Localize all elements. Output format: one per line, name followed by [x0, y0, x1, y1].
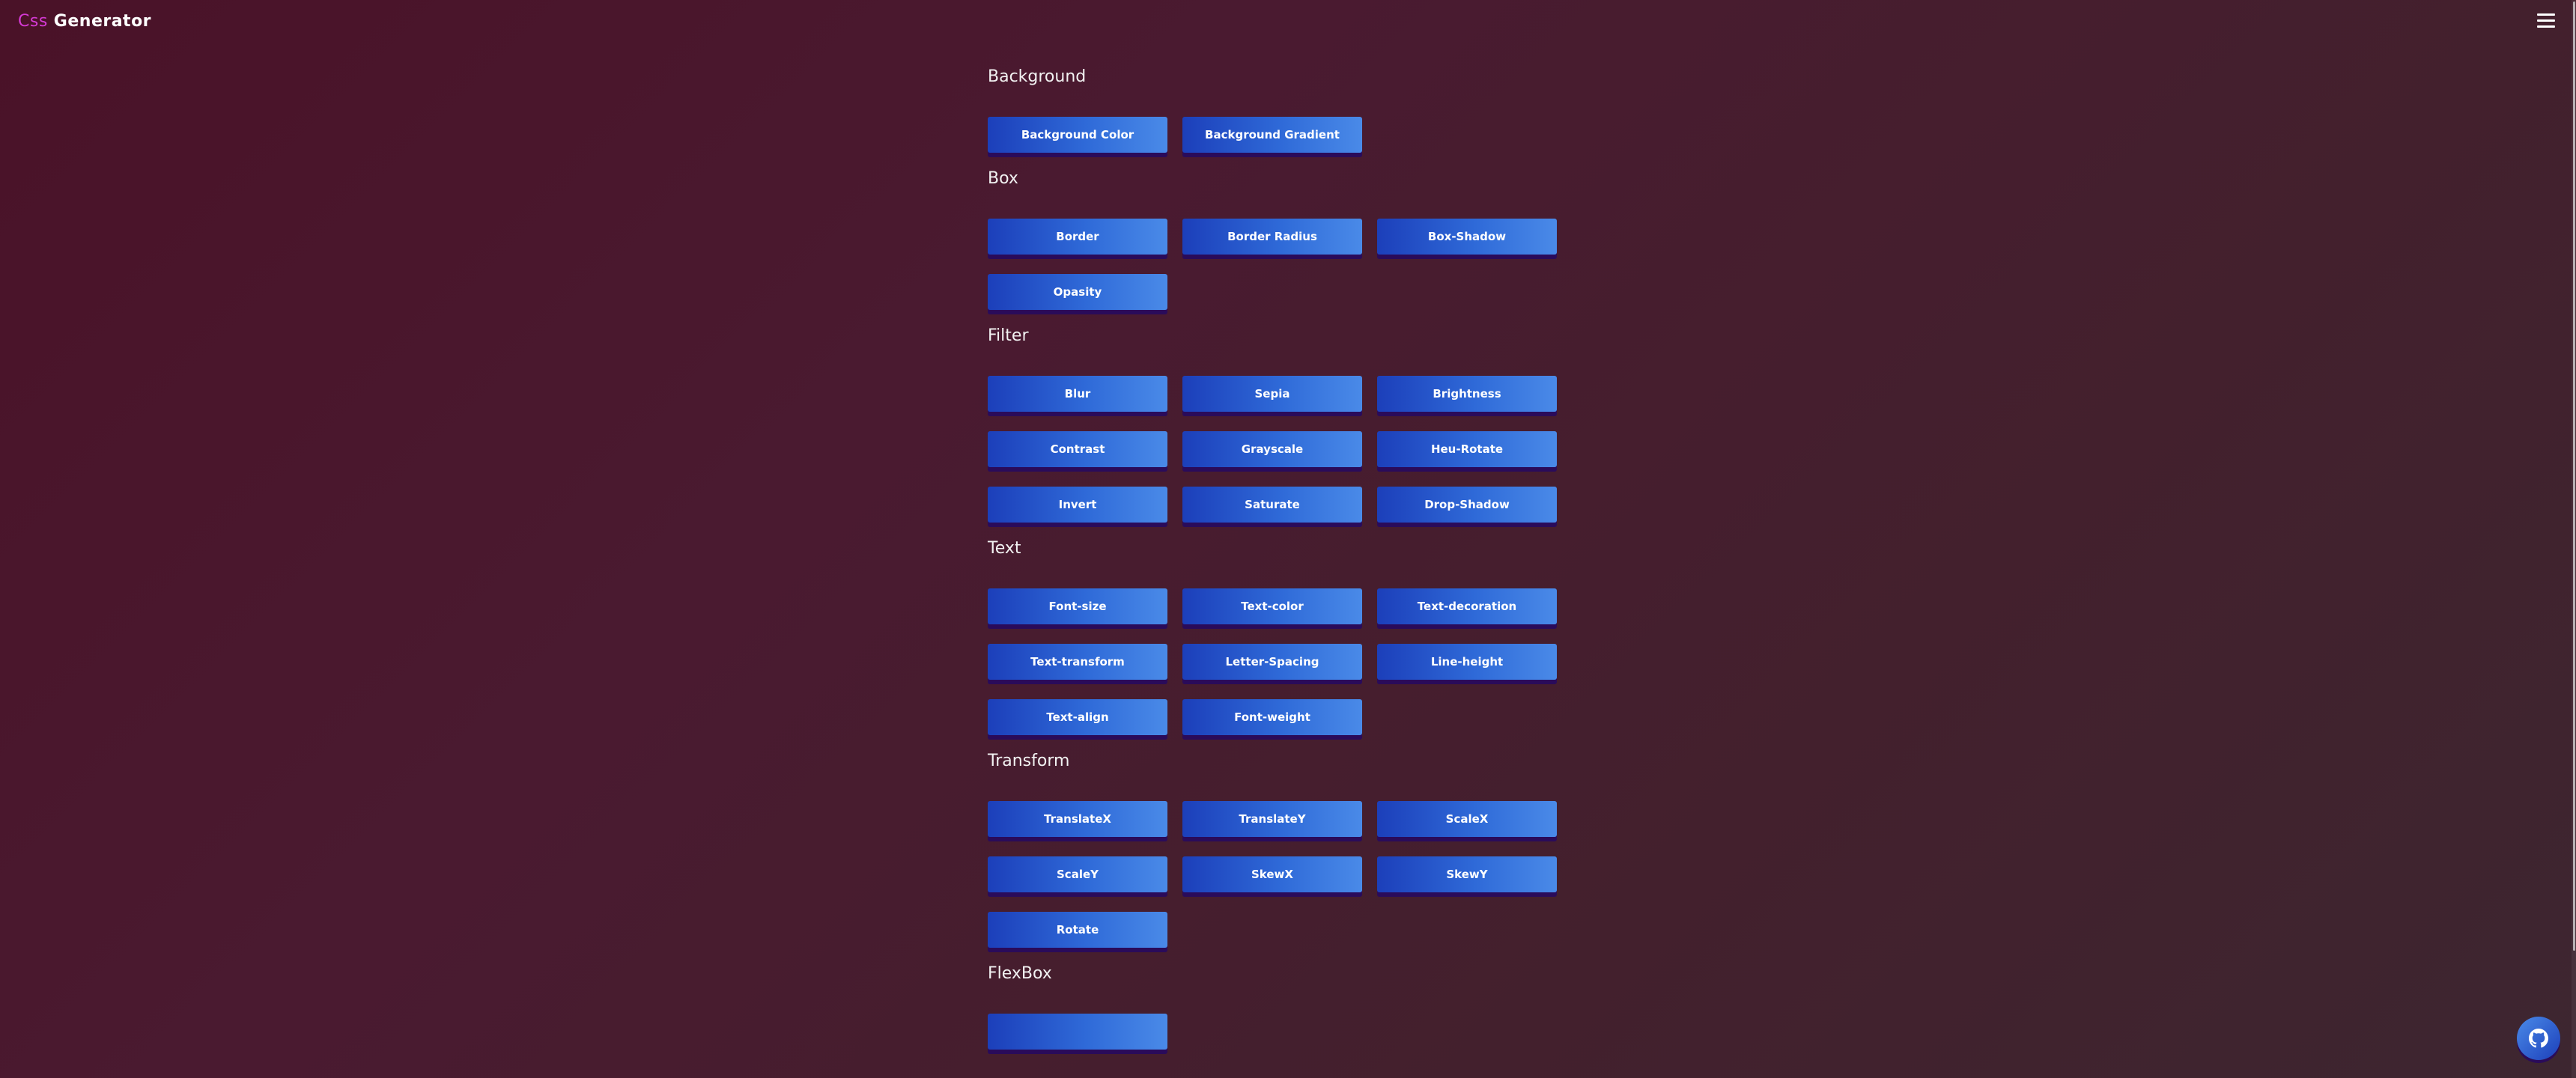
blur-button[interactable]: Blur — [988, 376, 1167, 412]
invert-button[interactable]: Invert — [988, 487, 1167, 523]
button-grid: TranslateX TranslateY ScaleX ScaleY Skew… — [988, 801, 1572, 948]
button-grid: Blur Sepia Brightness Contrast Grayscale… — [988, 376, 1572, 523]
button-grid: Border Border Radius Box-Shadow Opasity — [988, 219, 1572, 310]
letter-spacing-button[interactable]: Letter-Spacing — [1182, 644, 1362, 680]
menu-bar — [2537, 13, 2555, 16]
section-background: Background Background Color Background G… — [988, 66, 1572, 153]
section-title: Box — [988, 169, 1018, 188]
app-logo[interactable]: Css Generator — [18, 12, 151, 31]
sepia-button[interactable]: Sepia — [1182, 376, 1362, 412]
section-title: FlexBox — [988, 964, 1052, 983]
contrast-button[interactable]: Contrast — [988, 431, 1167, 467]
saturate-button[interactable]: Saturate — [1182, 487, 1362, 523]
scrollbar-thumb[interactable] — [2573, 1, 2575, 951]
section-filter: Filter Blur Sepia Brightness Contrast Gr… — [988, 325, 1572, 523]
button-grid: Font-size Text-color Text-decoration Tex… — [988, 588, 1572, 735]
scrollbar[interactable] — [2572, 0, 2576, 1078]
section-flexbox: FlexBox — [988, 963, 1572, 1050]
hue-rotate-button[interactable]: Heu-Rotate — [1377, 431, 1557, 467]
section-transform: Transform TranslateX TranslateY ScaleX S… — [988, 750, 1572, 948]
skewx-button[interactable]: SkewX — [1182, 856, 1362, 892]
section-title: Transform — [988, 752, 1070, 770]
border-radius-button[interactable]: Border Radius — [1182, 219, 1362, 255]
line-height-button[interactable]: Line-height — [1377, 644, 1557, 680]
logo-main-text: Generator — [53, 12, 152, 31]
section-text: Text Font-size Text-color Text-decoratio… — [988, 538, 1572, 735]
box-shadow-button[interactable]: Box-Shadow — [1377, 219, 1557, 255]
border-button[interactable]: Border — [988, 219, 1167, 255]
generator-sections: Background Background Color Background G… — [988, 66, 1572, 1065]
translatex-button[interactable]: TranslateX — [988, 801, 1167, 837]
section-title: Background — [988, 67, 1087, 86]
background-gradient-button[interactable]: Background Gradient — [1182, 117, 1362, 153]
skewy-button[interactable]: SkewY — [1377, 856, 1557, 892]
button-grid — [988, 1014, 1572, 1050]
drop-shadow-button[interactable]: Drop-Shadow — [1377, 487, 1557, 523]
scaley-button[interactable]: ScaleY — [988, 856, 1167, 892]
translatey-button[interactable]: TranslateY — [1182, 801, 1362, 837]
font-weight-button[interactable]: Font-weight — [1182, 699, 1362, 735]
brightness-button[interactable]: Brightness — [1377, 376, 1557, 412]
rotate-button[interactable]: Rotate — [988, 912, 1167, 948]
github-button[interactable] — [2517, 1017, 2560, 1060]
button-grid: Background Color Background Gradient — [988, 117, 1572, 153]
text-decoration-button[interactable]: Text-decoration — [1377, 588, 1557, 624]
section-box: Box Border Border Radius Box-Shadow Opas… — [988, 168, 1572, 310]
hamburger-menu-icon[interactable] — [2537, 13, 2555, 30]
opacity-button[interactable]: Opasity — [988, 274, 1167, 310]
background-color-button[interactable]: Background Color — [988, 117, 1167, 153]
github-icon — [2529, 1029, 2548, 1048]
menu-bar — [2537, 25, 2555, 28]
scalex-button[interactable]: ScaleX — [1377, 801, 1557, 837]
logo-accent-text: Css — [18, 12, 48, 31]
text-color-button[interactable]: Text-color — [1182, 588, 1362, 624]
grayscale-button[interactable]: Grayscale — [1182, 431, 1362, 467]
text-align-button[interactable]: Text-align — [988, 699, 1167, 735]
section-title: Filter — [988, 326, 1029, 345]
flexbox-button[interactable] — [988, 1014, 1167, 1050]
font-size-button[interactable]: Font-size — [988, 588, 1167, 624]
menu-bar — [2537, 19, 2555, 22]
text-transform-button[interactable]: Text-transform — [988, 644, 1167, 680]
section-title: Text — [988, 539, 1021, 558]
